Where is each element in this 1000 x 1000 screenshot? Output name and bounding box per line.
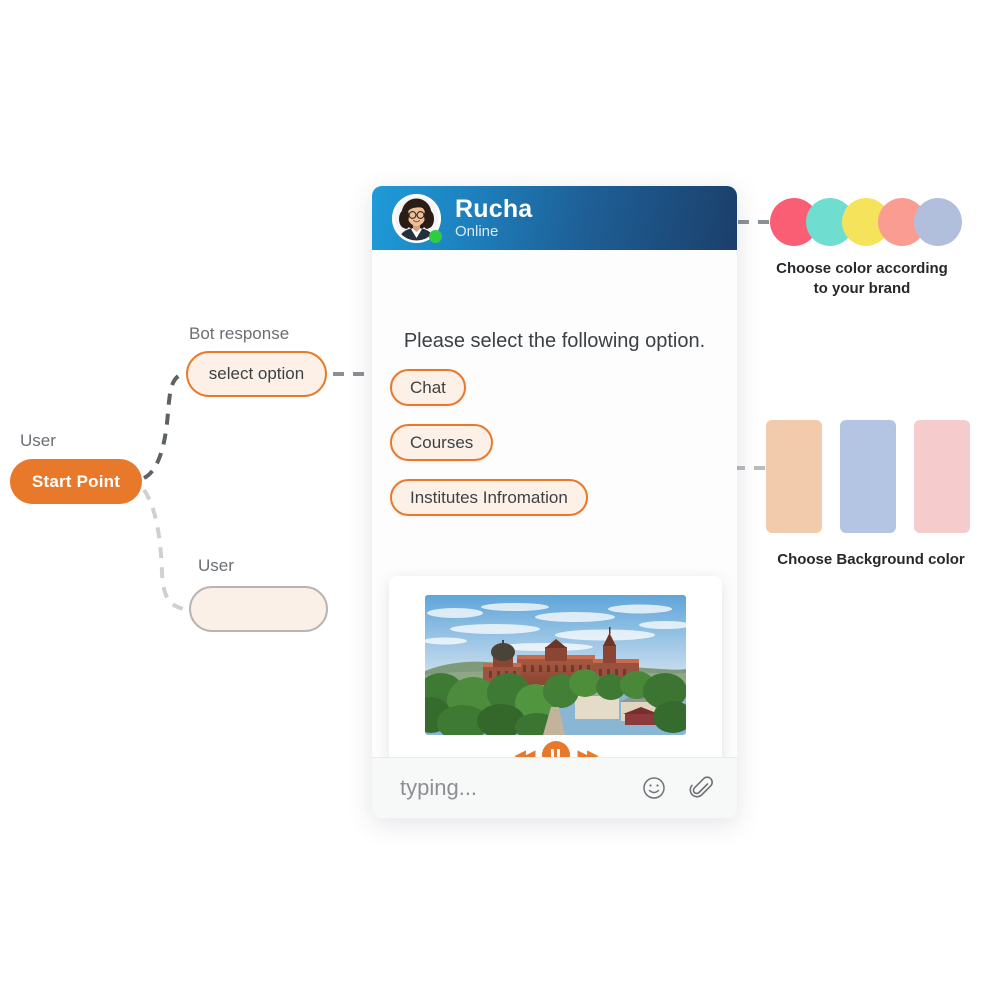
background-color-swatch-peach[interactable]: [766, 420, 822, 533]
brand-caption-line2: to your brand: [813, 280, 911, 298]
chat-widget-panel: Rucha Online Please select the following…: [372, 186, 737, 818]
background-color-caption: Choose Background color: [777, 551, 965, 568]
background-color-swatch-blue[interactable]: [840, 420, 896, 533]
flow-node-select-option[interactable]: select option: [186, 351, 327, 397]
flow-label-user-start: User: [20, 431, 56, 450]
bot-prompt-text: Please select the following option.: [403, 330, 706, 352]
message-input-placeholder[interactable]: typing...: [400, 775, 641, 801]
flow-label-bot-response: Bot response: [189, 324, 290, 343]
online-status-dot-icon: [429, 229, 442, 243]
brand-caption-line1: Choose color according: [776, 260, 948, 277]
chat-header-text: Rucha Online: [455, 196, 532, 240]
flow-label-user-empty: User: [198, 556, 234, 575]
brand-color-caption: Choose color according to your brand: [758, 259, 966, 300]
option-button-institutes-information[interactable]: Institutes Infromation: [390, 479, 588, 516]
paperclip-icon[interactable]: [689, 775, 715, 801]
agent-status: Online: [455, 223, 499, 241]
flow-node-user-empty[interactable]: [189, 586, 328, 632]
chat-header: Rucha Online: [372, 186, 737, 250]
illustration-canvas: User Start Point Bot response select opt…: [0, 0, 1000, 1000]
flow-node-start-point[interactable]: Start Point: [10, 459, 142, 504]
chat-body: Please select the following option. Chat…: [372, 250, 737, 794]
option-button-chat[interactable]: Chat: [390, 369, 466, 406]
smiley-icon[interactable]: [641, 775, 667, 801]
background-color-swatch-pink[interactable]: [914, 420, 970, 533]
media-thumbnail-image[interactable]: [425, 595, 686, 735]
option-button-courses[interactable]: Courses: [390, 424, 494, 461]
agent-name: Rucha: [455, 195, 533, 223]
brand-color-swatch-periwinkle[interactable]: [914, 198, 962, 246]
avatar: [392, 193, 442, 243]
chat-input-bar[interactable]: typing...: [372, 757, 737, 818]
